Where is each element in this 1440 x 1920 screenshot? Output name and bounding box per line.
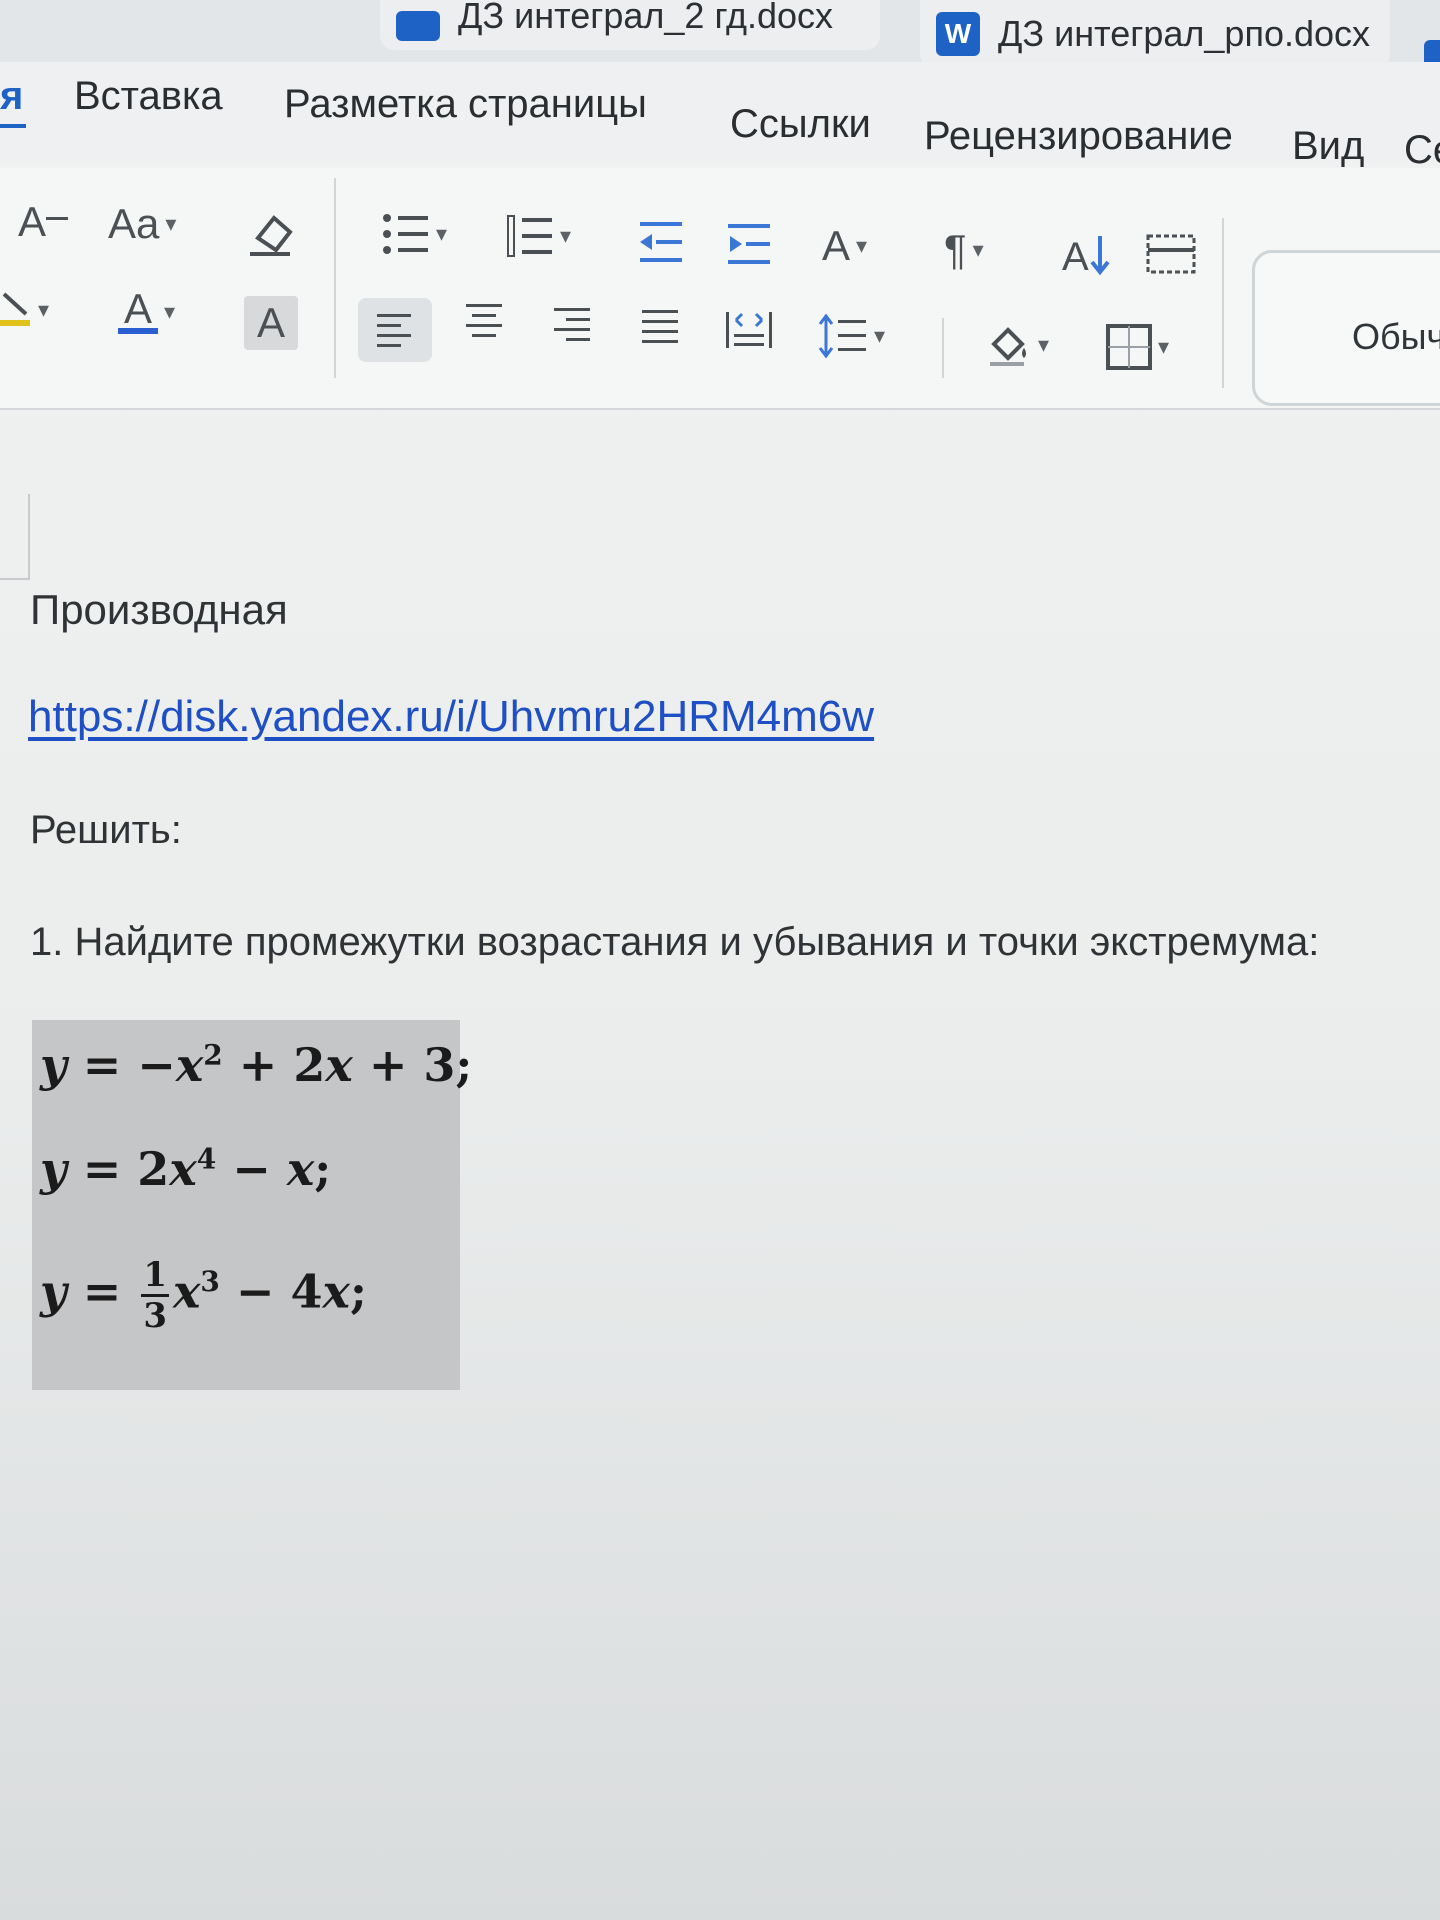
align-left-button[interactable]: [358, 298, 432, 362]
formula-3: y = 1 3 x3 − 4x;: [40, 1255, 367, 1336]
tab-label: ДЗ интеграл_рпо.docx: [998, 13, 1371, 54]
style-normal-label: Обыч: [1352, 316, 1440, 357]
character-shading-button[interactable]: A: [244, 296, 298, 350]
solve-label: Решить:: [30, 808, 182, 852]
toolbar-divider: [334, 178, 336, 378]
font-color-bar: [118, 328, 158, 334]
fraction-one-third: 13: [141, 1255, 169, 1336]
menu-item-page-layout[interactable]: Разметка страницы: [284, 82, 647, 127]
pilcrow-icon: ¶: [944, 226, 967, 273]
chevron-down-icon: ▾: [165, 211, 177, 236]
table-grid-icon: [1146, 234, 1196, 274]
chevron-down-icon: ▾: [972, 237, 984, 262]
change-case-label: Aa: [108, 200, 160, 247]
yandex-disk-link[interactable]: https://disk.yandex.ru/i/Uhvmru2HRM4m6w: [28, 692, 874, 742]
margin-corner-mark: [0, 494, 30, 580]
formatting-toolbar: A Aa ▾ ▾ ▾ A ▾ ¶ ▾ A ▾ A ▾ A ▾ ▾ ▾: [0, 168, 1440, 410]
bullet-list-icon: [383, 214, 428, 254]
font-color-button[interactable]: A ▾: [118, 285, 176, 334]
ribbon-menu: я Вставка Разметка страницы Ссылки Рецен…: [0, 62, 1440, 172]
active-tab-underline: [0, 124, 26, 128]
borders-button[interactable]: ▾: [1106, 324, 1169, 370]
chevron-down-icon: ▾: [856, 233, 868, 258]
text-direction-label: A: [822, 222, 851, 269]
highlighter-icon: [0, 292, 30, 326]
decrease-indent-icon: [640, 222, 682, 262]
menu-item-references[interactable]: Ссылки: [730, 102, 871, 147]
clear-formatting-button[interactable]: [244, 208, 296, 258]
menu-item-home-partial[interactable]: я: [0, 74, 23, 119]
chevron-down-icon: ▾: [38, 297, 50, 322]
sort-icon: A: [1062, 235, 1110, 276]
table-grid-button[interactable]: [1146, 234, 1196, 274]
highlight-button[interactable]: ▾: [0, 290, 49, 330]
distribute-icon: [726, 312, 772, 348]
align-right-icon: [554, 308, 590, 341]
chevron-down-icon: ▾: [560, 223, 572, 248]
tab-dz-integral-2[interactable]: ДЗ интеграл_2 гд.docx: [380, 0, 880, 50]
word-processor-window: ДЗ интеграл_2 гд.docx W ДЗ интеграл_рпо.…: [0, 0, 1440, 1920]
change-case-button[interactable]: Aa ▾: [108, 200, 176, 248]
formula-2: y = 2x4 − x;: [40, 1142, 332, 1196]
tab-dz-integral-rpo[interactable]: W ДЗ интеграл_рпо.docx: [920, 0, 1390, 68]
distribute-button[interactable]: [724, 310, 774, 350]
menu-item-partial-right[interactable]: Се: [1404, 128, 1440, 173]
font-color-swatch: A: [118, 285, 158, 334]
align-left-icon: [377, 314, 411, 347]
menu-item-view[interactable]: Вид: [1292, 124, 1364, 169]
increase-indent-icon: [728, 224, 770, 264]
line-spacing-button[interactable]: ▾: [818, 314, 885, 358]
menu-item-insert[interactable]: Вставка: [74, 74, 223, 119]
chevron-down-icon: ▾: [1158, 334, 1170, 359]
paint-bucket-icon: [990, 327, 1026, 366]
word-icon: W: [936, 12, 980, 56]
grow-font-button[interactable]: A: [18, 198, 69, 246]
numbered-list-icon: [507, 215, 552, 257]
character-shading-letter: A: [256, 299, 285, 346]
show-marks-button[interactable]: ¶ ▾: [944, 226, 984, 274]
justify-button[interactable]: [640, 308, 680, 344]
toolbar-divider: [942, 318, 944, 378]
decrease-indent-button[interactable]: [638, 220, 684, 264]
border-icon: [1106, 324, 1152, 370]
line-spacing-icon: [818, 314, 866, 358]
svg-text:A: A: [1062, 235, 1089, 276]
shading-button[interactable]: ▾: [986, 322, 1049, 368]
menu-item-review[interactable]: Рецензирование: [924, 114, 1233, 159]
chevron-down-icon: ▾: [436, 221, 448, 246]
text-direction-button[interactable]: A ▾: [822, 222, 867, 270]
increase-indent-button[interactable]: [726, 222, 772, 266]
formula-1: y = −x2 + 2x + 3;: [40, 1038, 473, 1092]
grow-font-label: A: [18, 198, 47, 245]
justify-icon: [642, 310, 678, 343]
chevron-down-icon: ▾: [1038, 332, 1050, 357]
align-right-button[interactable]: [552, 306, 592, 342]
superscript-bar-icon: [46, 217, 69, 220]
bullet-list-button[interactable]: ▾: [382, 212, 447, 256]
task-text: 1. Найдите промежутки возрастания и убыв…: [30, 920, 1320, 964]
document-heading: Производная: [30, 586, 288, 633]
formula-image: y = −x2 + 2x + 3; y = 2x4 − x; y = 1 3 x3 …: [32, 1020, 472, 1390]
document-page[interactable]: Производная https://disk.yandex.ru/i/Uhv…: [0, 410, 1440, 1920]
align-center-button[interactable]: [464, 302, 504, 338]
word-icon: [396, 11, 440, 41]
chevron-down-icon: ▾: [874, 323, 886, 348]
numbered-list-button[interactable]: ▾: [506, 214, 571, 258]
chevron-down-icon: ▾: [164, 299, 176, 324]
eraser-icon: [250, 215, 293, 256]
tab-label: ДЗ интеграл_2 гд.docx: [458, 0, 834, 36]
toolbar-divider: [1222, 218, 1224, 388]
sort-button[interactable]: A: [1062, 230, 1114, 276]
font-color-letter: A: [123, 285, 152, 332]
align-center-icon: [466, 304, 502, 337]
